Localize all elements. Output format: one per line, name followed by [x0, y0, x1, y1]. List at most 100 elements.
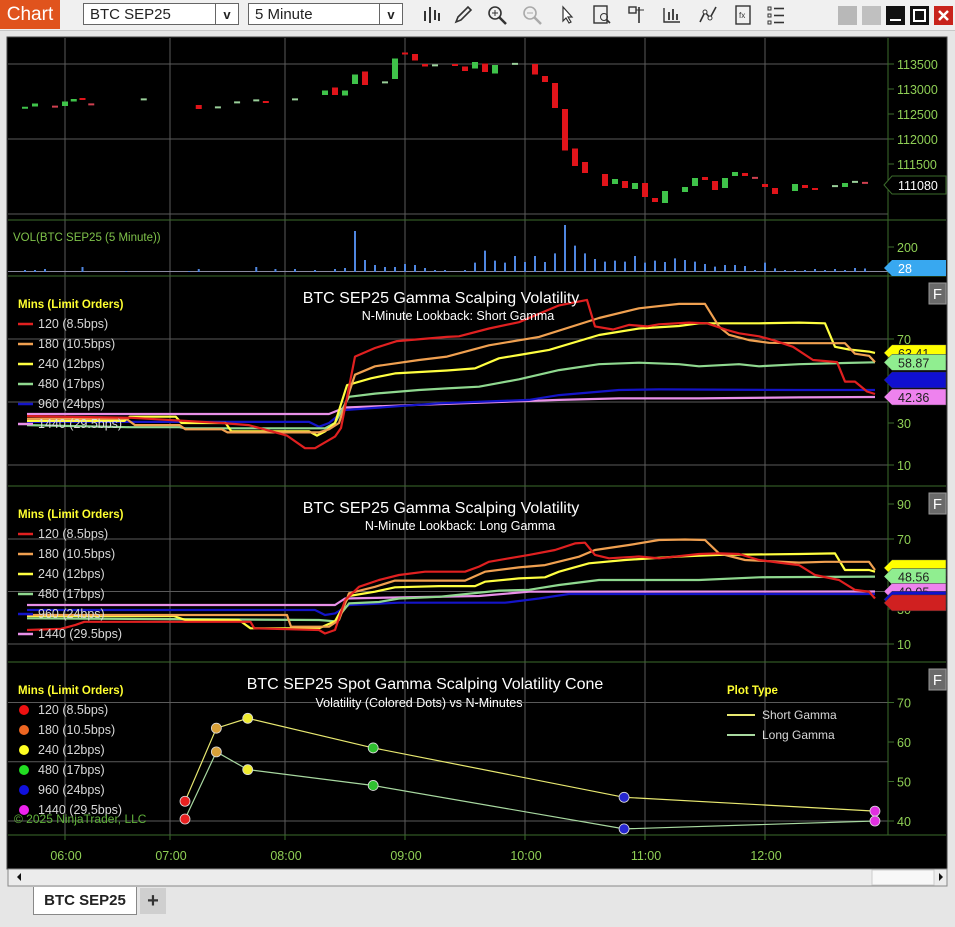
candle — [342, 90, 348, 96]
axis-label: 30 — [897, 417, 911, 431]
cone-dot-960 — [618, 823, 630, 835]
volume-bar — [464, 270, 466, 272]
volume-bar — [724, 265, 726, 272]
volume-bar — [125, 271, 128, 272]
panel-f-button[interactable]: F — [928, 668, 947, 691]
volume-bar — [804, 270, 806, 272]
scrollbar-thumb[interactable] — [871, 869, 935, 886]
short-gamma-title: BTC SEP25 Gamma Scalping Volatility — [303, 290, 580, 307]
volume-bar — [424, 268, 426, 272]
candle — [722, 178, 728, 188]
legend-item-label: 960 (24bps) — [38, 783, 105, 797]
long-gamma-value-tags: 48.5640.05 — [883, 559, 947, 612]
tab-btc-sep25[interactable]: BTC SEP25 — [33, 887, 137, 915]
axis-label: 200 — [897, 241, 918, 255]
legend-item-label: 180 (10.5bps) — [38, 337, 115, 351]
value-tag-label: 58.87 — [898, 356, 929, 370]
short-gamma-subtitle: N-Minute Lookback: Short Gamma — [362, 309, 554, 323]
volume-bar — [864, 268, 866, 272]
volume-bar — [594, 259, 596, 272]
axis-label: 70 — [897, 697, 911, 711]
volume-bar — [564, 225, 566, 272]
chart-canvas[interactable]: 113500 113000 112500 112000 111500 111080 VO… — [0, 0, 955, 927]
volume-bar — [684, 260, 686, 272]
volume-bar — [554, 253, 556, 272]
candle — [62, 101, 68, 106]
legend-item-label: 120 (8.5bps) — [38, 703, 108, 717]
volume-bar — [714, 266, 716, 272]
candle — [492, 65, 498, 74]
volume-bar — [81, 267, 84, 272]
candle — [214, 106, 221, 109]
candle — [352, 74, 358, 84]
time-label: 09:00 — [390, 849, 421, 863]
candle — [812, 188, 818, 190]
volume-bar — [834, 269, 836, 272]
candle — [253, 99, 260, 102]
cone-dot-960 — [618, 791, 630, 803]
axis-label: 50 — [897, 776, 911, 790]
candle — [612, 179, 618, 184]
volume-bar — [694, 261, 696, 272]
candle — [462, 66, 468, 71]
long-gamma-subtitle: N-Minute Lookback: Long Gamma — [365, 519, 555, 533]
volume-bar — [34, 270, 36, 272]
legend-dot — [19, 765, 29, 775]
f-button-label: F — [933, 286, 942, 303]
copyright-notice: © 2025 NinjaTrader, LLC — [14, 812, 147, 826]
value-tag — [883, 371, 947, 389]
cone-dot-1440 — [869, 815, 881, 827]
cone-dot-120 — [179, 795, 191, 807]
volume-bar — [474, 262, 476, 272]
time-label: 06:00 — [50, 849, 81, 863]
volume-bar — [434, 270, 436, 272]
volume-bar — [854, 268, 856, 272]
candle — [582, 162, 588, 173]
volume-bar — [784, 270, 786, 272]
long-gamma-title: BTC SEP25 Gamma Scalping Volatility — [303, 500, 580, 517]
volume-bar — [664, 262, 666, 272]
volume-bar — [354, 231, 356, 272]
candle — [512, 62, 518, 65]
candle — [842, 183, 848, 187]
plot-type-label: Short Gamma — [762, 708, 837, 722]
panel-f-button[interactable]: F — [928, 282, 947, 305]
candle — [832, 185, 838, 188]
volume-bar — [374, 265, 376, 272]
cone-dot-480 — [367, 780, 379, 791]
candle — [79, 98, 86, 100]
volume-bar — [674, 258, 676, 272]
add-tab-button[interactable]: + — [140, 888, 166, 914]
volume-bar — [844, 270, 846, 272]
volume-bar — [197, 269, 200, 272]
panel-f-button[interactable]: F — [928, 492, 947, 515]
candle — [742, 173, 748, 176]
candle — [692, 178, 698, 186]
last-price-value: 111080 — [898, 179, 938, 193]
candle — [472, 62, 478, 69]
volume-bar — [534, 256, 536, 272]
cone-dot-240 — [242, 764, 254, 776]
last-price-tag: 111080 — [883, 175, 947, 195]
candle — [70, 99, 77, 102]
legend-item-label: 180 (10.5bps) — [38, 723, 115, 737]
volume-bar — [574, 245, 576, 272]
volume-bar — [634, 256, 636, 272]
legend-item-label: 180 (10.5bps) — [38, 547, 115, 561]
f-button-label: F — [933, 672, 942, 689]
candle — [362, 71, 368, 85]
candle — [482, 63, 488, 72]
volume-bar — [744, 266, 746, 272]
volume-bar — [734, 265, 736, 272]
axis-label: 112500 — [897, 108, 938, 122]
horizontal-scrollbar[interactable] — [7, 868, 948, 887]
value-tag-label: 48.56 — [898, 571, 929, 585]
candle — [602, 174, 608, 186]
axis-label: 111500 — [897, 158, 937, 172]
candle — [712, 181, 718, 190]
legend-item-label: 480 (17bps) — [38, 587, 105, 601]
cone-dot-120 — [179, 813, 191, 825]
axis-label: 60 — [897, 736, 911, 750]
volume-bar — [24, 270, 26, 272]
legend-dot — [19, 745, 29, 755]
